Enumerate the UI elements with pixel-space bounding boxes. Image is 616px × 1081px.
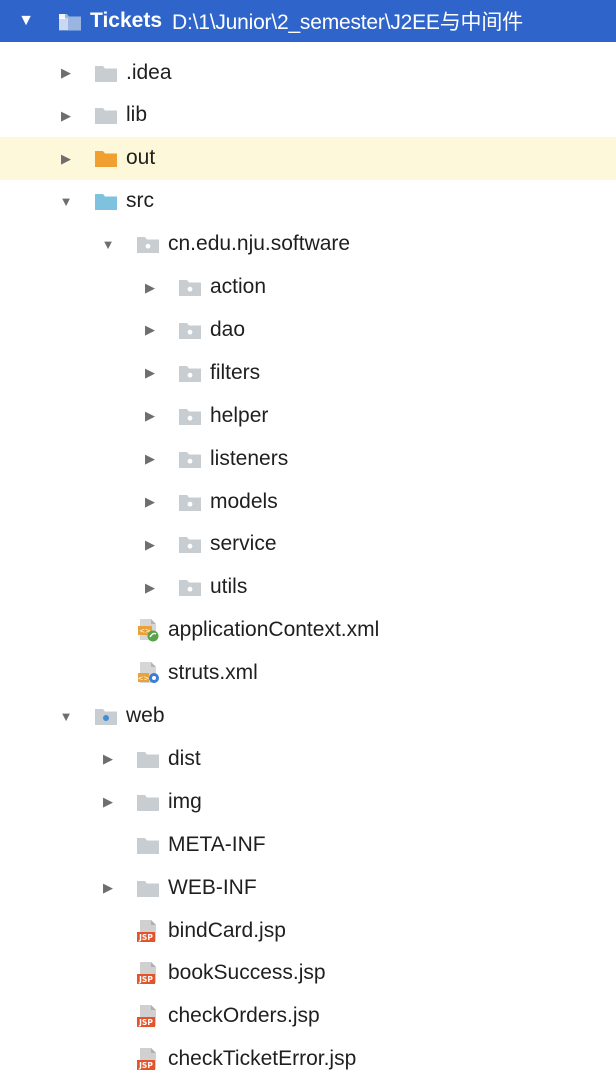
tree-item-label: bindCard.jsp xyxy=(168,918,286,942)
collapsed-arrow-icon[interactable]: ▶ xyxy=(140,495,160,508)
tree-row[interactable]: ▶JSPbindCard.jsp xyxy=(0,909,616,952)
tree-row[interactable]: ▶<>struts.xml xyxy=(0,652,616,695)
collapsed-arrow-icon[interactable]: ▶ xyxy=(56,66,76,79)
collapsed-arrow-icon[interactable]: ▶ xyxy=(140,323,160,336)
tree-item-label: dao xyxy=(210,317,246,341)
tree-row[interactable]: ▶ helper xyxy=(0,394,616,437)
tree-row[interactable]: ▶ service xyxy=(0,523,616,566)
collapsed-arrow-icon[interactable]: ▶ xyxy=(140,281,160,294)
folder-icon xyxy=(136,833,160,857)
jsp-file-icon: JSP xyxy=(136,961,160,985)
tree-item-label: lib xyxy=(126,103,148,127)
tree-item-label: models xyxy=(210,489,278,513)
svg-text:<>: <> xyxy=(138,675,150,683)
tree-item-label: checkOrders.jsp xyxy=(168,1004,320,1028)
package-icon xyxy=(178,361,202,385)
tree-row[interactable]: ▶ listeners xyxy=(0,437,616,480)
tree-row[interactable]: ▶ filters xyxy=(0,351,616,394)
package-icon xyxy=(178,532,202,556)
tree-row[interactable]: ▶ utils xyxy=(0,566,616,609)
jsp-file-icon: JSP xyxy=(136,1004,160,1028)
collapsed-arrow-icon[interactable]: ▶ xyxy=(140,452,160,465)
tree-item-label: .idea xyxy=(126,60,172,84)
tree-item-label: web xyxy=(126,704,165,727)
svg-text:JSP: JSP xyxy=(138,1018,153,1027)
tree-item-label: out xyxy=(126,146,156,170)
project-folder-icon xyxy=(58,9,82,33)
tree-item-label: service xyxy=(210,532,277,556)
tree-item-label: dist xyxy=(168,746,201,770)
tree-row[interactable]: ▶JSPbookSuccess.jsp xyxy=(0,952,616,995)
collapsed-arrow-icon[interactable]: ▶ xyxy=(140,366,160,379)
expanded-arrow-icon[interactable]: ▼ xyxy=(56,710,76,723)
tree-item-label: listeners xyxy=(210,446,289,470)
expanded-arrow-icon[interactable]: ▼ xyxy=(16,13,36,29)
tree-item-label: helper xyxy=(210,403,269,427)
tree-row[interactable]: ▶ action xyxy=(0,266,616,309)
package-icon xyxy=(178,447,202,471)
tree-row[interactable]: ▶<>applicationContext.xml xyxy=(0,609,616,652)
package-icon xyxy=(178,275,202,299)
collapsed-arrow-icon[interactable]: ▶ xyxy=(140,538,160,551)
project-name: Tickets xyxy=(90,9,162,32)
collapsed-arrow-icon[interactable]: ▶ xyxy=(98,881,118,894)
tree-row[interactable]: ▶ .idea xyxy=(0,51,616,94)
tree-row[interactable]: ▶META-INF xyxy=(0,823,616,866)
tree-row[interactable]: ▶JSPcheckTicketError.jsp xyxy=(0,1038,616,1081)
expanded-arrow-icon[interactable]: ▼ xyxy=(56,195,76,208)
package-icon xyxy=(178,404,202,428)
excluded-folder-icon xyxy=(94,146,118,170)
project-path: D:\1\Junior\2_semester\J2EE与中间件 xyxy=(172,11,523,34)
folder-icon xyxy=(94,61,118,85)
svg-text:JSP: JSP xyxy=(138,975,153,984)
tree-item-label: applicationContext.xml xyxy=(168,618,380,642)
expanded-arrow-icon[interactable]: ▼ xyxy=(98,238,118,251)
tree-row[interactable]: ▶JSPcheckOrders.jsp xyxy=(0,995,616,1038)
project-tree: ▼ Tickets D:\1\Junior\2_semester\J2EE与中间… xyxy=(0,0,616,1071)
collapsed-arrow-icon[interactable]: ▶ xyxy=(98,752,118,765)
struts-xml-icon: <> xyxy=(136,661,160,685)
tree-row[interactable]: ▼ web xyxy=(0,695,616,738)
tree-row[interactable]: ▶ img xyxy=(0,780,616,823)
tree-row[interactable]: ▶ dao xyxy=(0,308,616,351)
collapsed-arrow-icon[interactable]: ▶ xyxy=(98,795,118,808)
tree-row[interactable]: ▶ dist xyxy=(0,737,616,780)
spring-xml-icon: <> xyxy=(136,618,160,642)
folder-icon xyxy=(136,876,160,900)
tree-row[interactable]: ▶ WEB-INF xyxy=(0,866,616,909)
tree-item-label: action xyxy=(210,275,267,298)
web-folder-icon xyxy=(94,704,118,728)
tree-row[interactable]: ▶ models xyxy=(0,480,616,523)
tree-item-label: filters xyxy=(210,360,261,384)
tree-item-label: cn.edu.nju.software xyxy=(168,232,351,256)
folder-icon xyxy=(136,747,160,771)
collapsed-arrow-icon[interactable]: ▶ xyxy=(56,109,76,122)
tree-row[interactable]: ▶ lib xyxy=(0,94,616,137)
tree-item-label: META-INF xyxy=(168,832,266,856)
tree-row[interactable]: ▼ src xyxy=(0,180,616,223)
tree-row[interactable]: ▶ out xyxy=(0,136,616,180)
tree-item-label: struts.xml xyxy=(168,661,258,685)
tree-item-label: img xyxy=(168,789,202,813)
package-icon xyxy=(178,575,202,599)
tree-item-label: WEB-INF xyxy=(168,875,257,899)
collapsed-arrow-icon[interactable]: ▶ xyxy=(140,581,160,594)
package-icon xyxy=(178,318,202,342)
svg-text:JSP: JSP xyxy=(138,933,153,942)
folder-icon xyxy=(94,103,118,127)
package-icon xyxy=(136,232,160,256)
tree-item-label: bookSuccess.jsp xyxy=(168,961,326,985)
jsp-file-icon: JSP xyxy=(136,919,160,943)
package-icon xyxy=(178,490,202,514)
tree-row[interactable]: ▼ cn.edu.nju.software xyxy=(0,223,616,266)
collapsed-arrow-icon[interactable]: ▶ xyxy=(140,409,160,422)
folder-icon xyxy=(136,790,160,814)
svg-text:JSP: JSP xyxy=(138,1061,153,1070)
tree-root-row[interactable]: ▼ Tickets D:\1\Junior\2_semester\J2EE与中间… xyxy=(0,0,616,42)
source-folder-icon xyxy=(94,189,118,213)
tree-item-label: src xyxy=(126,189,154,213)
collapsed-arrow-icon[interactable]: ▶ xyxy=(56,152,76,165)
tree-item-label: utils xyxy=(210,575,248,599)
